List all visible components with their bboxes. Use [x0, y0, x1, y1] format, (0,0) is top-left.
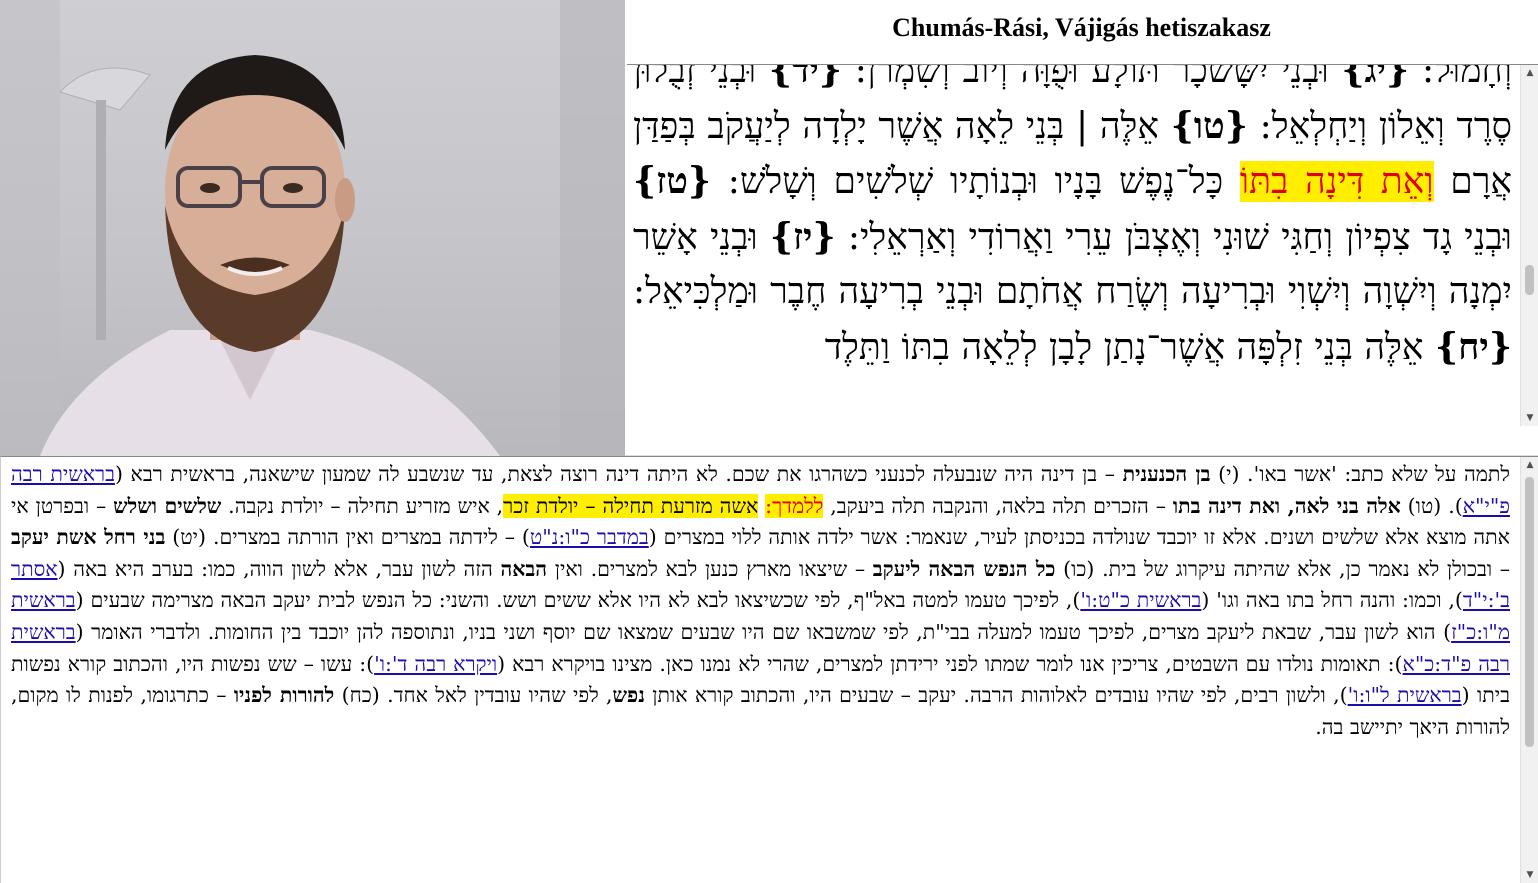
- commentary-text-segment: ) הוא לשון עבר, שבאת ליעקב מצרים, לפיכך …: [75, 619, 1452, 644]
- scroll-down-arrow-icon[interactable]: ▼: [1521, 410, 1538, 426]
- scroll-up-arrow-icon[interactable]: ▲: [1521, 457, 1538, 473]
- rashi-commentary-text: לתמה על שלא כתב: 'אשר באו'. (י) בן הכנענ…: [1, 459, 1518, 743]
- commentary-text-segment: הזה לשון עבר, אלא לשון הווה, כמו: בערב ה…: [57, 556, 501, 581]
- commentary-text-segment: ), וכמו: והנה רחל בתו באה וגו' (: [1201, 588, 1463, 613]
- verse-pane[interactable]: וְחָמוּל: {יג} וּבְנֵי יִשָּׂשכָר תּוֹלָ…: [627, 64, 1538, 426]
- commentary-text-segment: – הזכרים תלה בלאה, והנקבה תלה ביעקב,: [823, 493, 1173, 518]
- source-reference-link[interactable]: ויקרא רבה ד':ו': [374, 652, 497, 676]
- commentary-text-segment: ) – לידתה במצרים ואין הורתה במצרים. (יט): [165, 525, 530, 550]
- verse-scrollbar-thumb[interactable]: [1525, 265, 1534, 295]
- commentary-text-segment: , לפי שהיו עובדין לאל אחד. (כח): [334, 683, 613, 708]
- dibbur-hamatchil: בן הכנענית: [1122, 462, 1211, 486]
- commentary-text-segment: – ובכולן לא נאמר כן, אלא שהיתה עיקרוג של…: [1055, 556, 1511, 581]
- verse-text: וְחָמוּל: {יג} וּבְנֵי יִשָּׂשכָר תּוֹלָ…: [627, 64, 1516, 375]
- rashi-commentary-pane[interactable]: לתמה על שלא כתב: 'אשר באו'. (י) בן הכנענ…: [0, 456, 1538, 883]
- verse-number: {יח}: [1434, 325, 1512, 368]
- verse-number: {טז}: [633, 160, 712, 202]
- dibbur-hamatchil: להורות לפניו: [233, 683, 335, 708]
- verse-number: {יד}: [768, 64, 842, 91]
- verse-text-segment: וּבְנֵי גָד צִפְיוֹן וְחַגִּי שׁוּנִי וְ…: [847, 216, 1512, 258]
- source-reference-link[interactable]: במדבר כ"ו:נ"ט: [530, 525, 649, 549]
- commentary-text-segment: ), ולשון רבים, לפי שהיו עובדים לאלוהות ה…: [644, 683, 1348, 708]
- dibbur-hamatchil: אלה בני לאה, ואת דינה בתו: [1172, 493, 1401, 518]
- verse-text-segment: וּבְנֵי יִשָּׂשכָר תּוֹלָע וּפֻוָּה וְיו…: [854, 64, 1329, 91]
- highlighted-commentary-phrase: ללמדך:: [765, 493, 824, 518]
- highlighted-commentary-phrase: אשה מזרעת תחילה – יולדת זכר: [503, 493, 759, 518]
- highlighted-verse-phrase: וְאֵת דִּינָה בִתּוֹ: [1239, 161, 1434, 202]
- commentary-text-segment: לתמה על שלא כתב: 'אשר באו'. (י): [1210, 462, 1510, 486]
- rashi-scrollbar-thumb[interactable]: [1525, 477, 1534, 747]
- scroll-up-arrow-icon[interactable]: ▲: [1521, 65, 1538, 81]
- pane-divider: [625, 426, 1538, 456]
- commentary-text-segment: ), לפיכך טעמו למטה באל"ף, לפי שכשיצאו לב…: [75, 588, 1081, 613]
- verse-number: {יז}: [769, 215, 836, 258]
- dibbur-hamatchil: נפש: [612, 683, 645, 708]
- source-reference-link[interactable]: בראשית ל"ו:ו': [1348, 683, 1462, 707]
- verse-number: {יג}: [1341, 64, 1410, 91]
- commentary-text-segment: ): תאומות נולדו עם השבטים, צריכין אנו לו…: [497, 651, 1403, 676]
- commentary-text-segment: – בן דינה היה שנבעלה לכנעני כשהרגו את שכ…: [114, 462, 1123, 486]
- page-title: Chumás-Rási, Vájigás hetiszakasz: [892, 12, 1271, 42]
- scroll-down-arrow-icon[interactable]: ▼: [1521, 867, 1538, 883]
- verse-text-segment: כָּל־נֶפֶשׁ בָּנָיו וּבְנוֹתָיו שְׁלֹשִׁ…: [727, 161, 1224, 202]
- verse-text-segment: וְחָמוּל:: [1421, 64, 1512, 91]
- source-reference-link[interactable]: בראשית כ"ט:ו': [1080, 588, 1201, 612]
- presenter-video: [0, 0, 625, 456]
- webcam-feed: [0, 0, 625, 456]
- verse-scrollbar[interactable]: ▲ ▼: [1520, 65, 1538, 426]
- commentary-text-segment: – שיצאו מארץ כנען לבא למצרים. ואין: [547, 556, 873, 581]
- dibbur-hamatchil: שלשים ושלש: [113, 493, 222, 518]
- commentary-text-segment: ). (טו): [1400, 493, 1463, 518]
- dibbur-hamatchil: כל הנפש הבאה ליעקב: [872, 556, 1056, 581]
- commentary-text-segment: , איש מזריע תחילה – יולדת נקבה.: [221, 493, 504, 518]
- verse-text-segment: אֵלֶּה בְּנֵי זִלְפָּה אֲשֶׁר־נָתַן לָבָ…: [824, 326, 1424, 368]
- verse-number: {טו}: [1170, 104, 1248, 147]
- rashi-scrollbar[interactable]: ▲ ▼: [1520, 457, 1538, 883]
- dibbur-hamatchil: הבאה: [500, 556, 548, 581]
- dibbur-hamatchil: בני רחל אשת יעקב: [11, 525, 166, 550]
